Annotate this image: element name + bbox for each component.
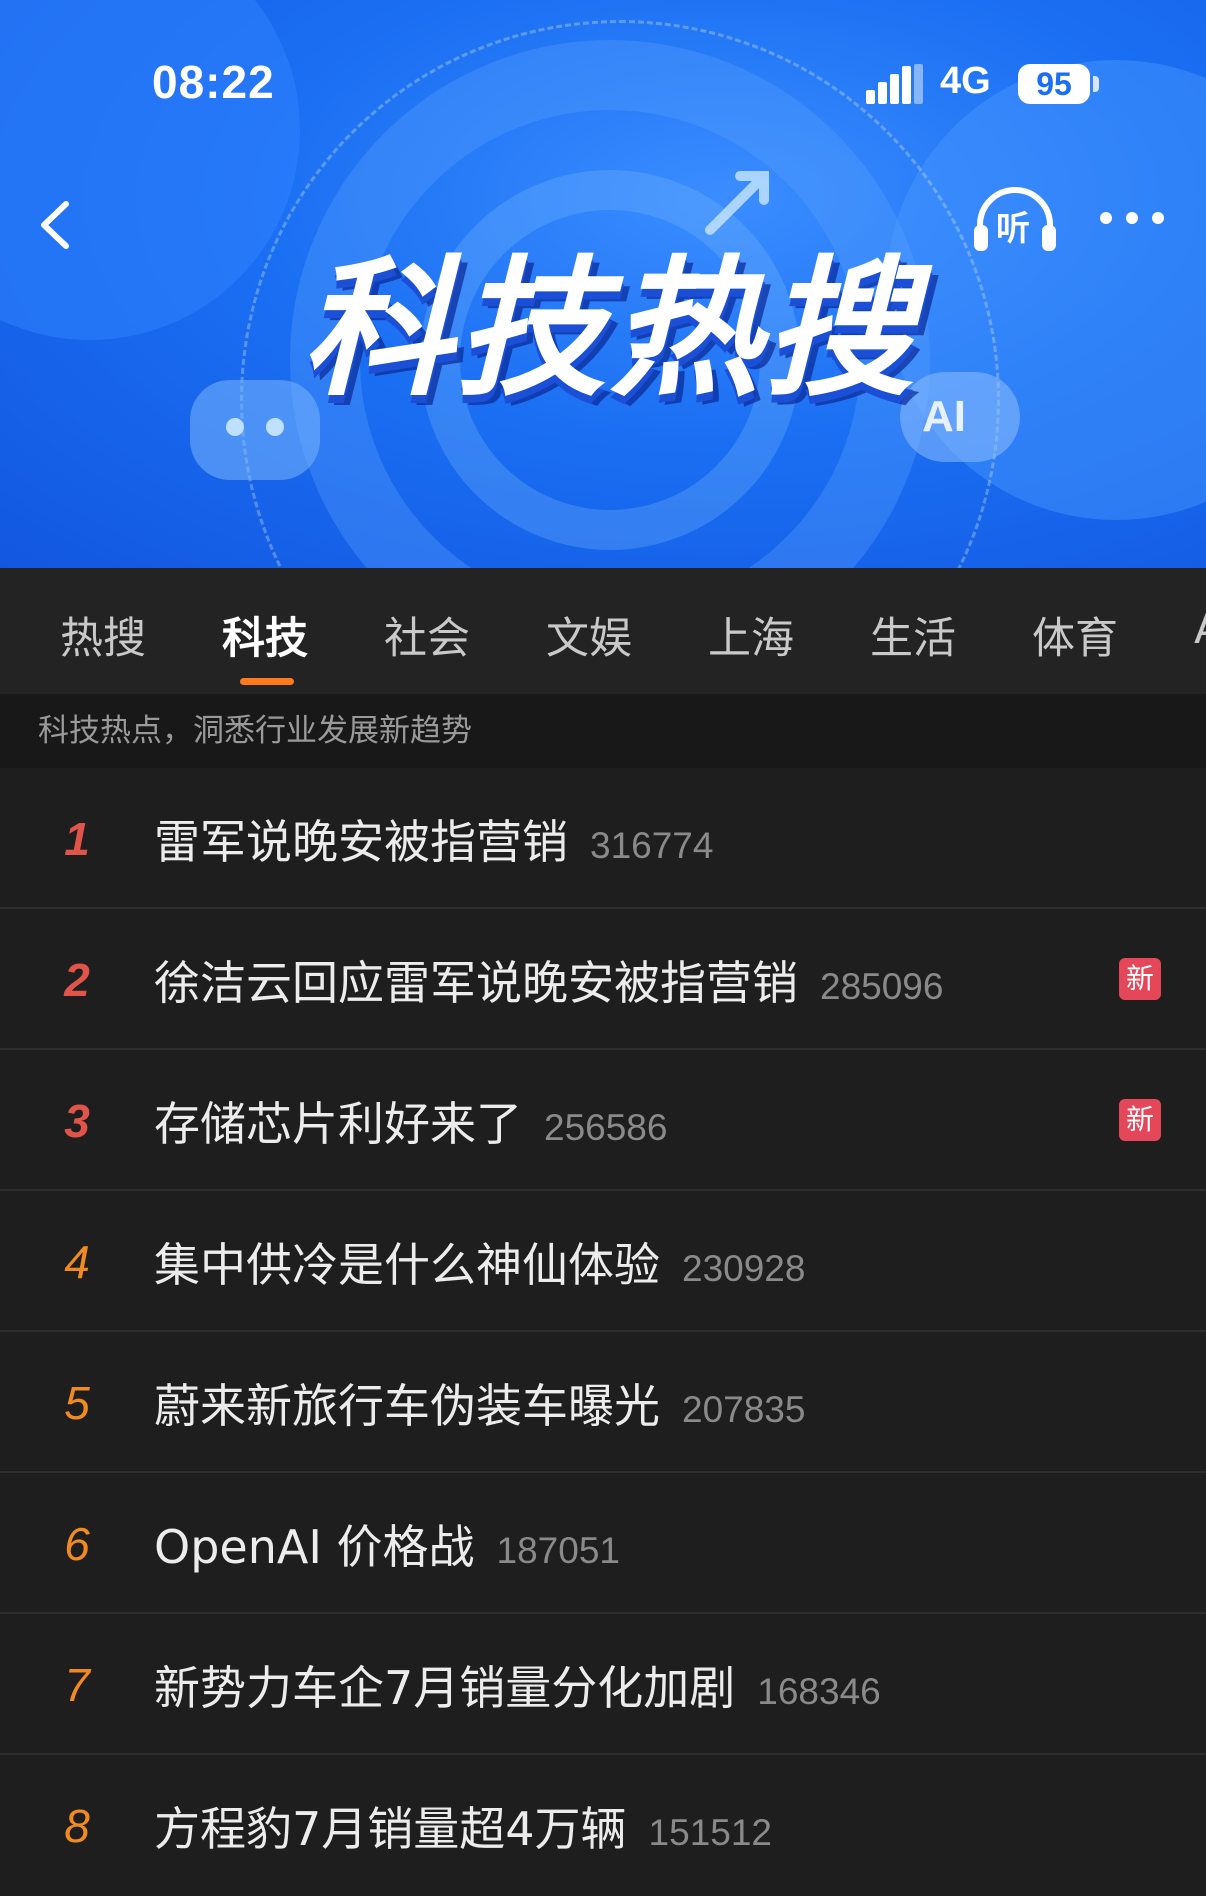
item-title: 新势力车企7月销量分化加剧 bbox=[154, 1661, 736, 1715]
tab-entertainment[interactable]: 文娱 bbox=[546, 604, 632, 666]
new-badge: 新 bbox=[1119, 1099, 1161, 1141]
list-item[interactable]: 8 方程豹7月销量超4万辆 151512 bbox=[0, 1755, 1206, 1896]
item-count: 151512 bbox=[648, 1812, 773, 1853]
back-icon[interactable] bbox=[26, 190, 86, 260]
rank-number: 1 bbox=[64, 813, 90, 865]
item-title-wrap: 雷军说晚安被指营销 316774 bbox=[154, 806, 713, 872]
item-count: 285096 bbox=[820, 966, 944, 1007]
item-count: 230928 bbox=[682, 1248, 806, 1289]
item-title-wrap: 徐洁云回应雷军说晚安被指营销 285096 bbox=[154, 947, 943, 1013]
new-badge: 新 bbox=[1119, 958, 1161, 1000]
category-tabs: 热搜 科技 社会 文娱 上海 生活 体育 A bbox=[0, 568, 1206, 694]
rank-number: 7 bbox=[64, 1659, 90, 1711]
arrow-up-icon bbox=[705, 171, 769, 235]
status-time: 08:22 bbox=[152, 56, 275, 108]
rank-number: 4 bbox=[64, 1236, 90, 1288]
status-bar: 08:22 4G 95 bbox=[0, 0, 1206, 170]
item-title-wrap: 集中供冷是什么神仙体验 230928 bbox=[154, 1229, 805, 1295]
list-item[interactable]: 1 雷军说晚安被指营销 316774 bbox=[0, 768, 1206, 909]
item-count: 316774 bbox=[590, 825, 714, 866]
tab-tech[interactable]: 科技 bbox=[222, 604, 308, 666]
tab-shanghai[interactable]: 上海 bbox=[708, 604, 794, 666]
item-count: 207835 bbox=[682, 1389, 806, 1430]
list-item[interactable]: 7 新势力车企7月销量分化加剧 168346 bbox=[0, 1614, 1206, 1755]
item-title-wrap: OpenAI 价格战 187051 bbox=[154, 1511, 620, 1577]
tab-more[interactable]: A bbox=[1194, 604, 1206, 654]
network-type: 4G bbox=[940, 60, 991, 102]
tab-hot[interactable]: 热搜 bbox=[60, 604, 146, 666]
item-title: OpenAI 价格战 bbox=[154, 1520, 475, 1574]
item-title-wrap: 蔚来新旅行车伪装车曝光 207835 bbox=[154, 1370, 805, 1436]
more-icon[interactable] bbox=[1096, 198, 1168, 238]
tab-society[interactable]: 社会 bbox=[384, 604, 470, 666]
battery-tip bbox=[1093, 76, 1099, 92]
item-title-wrap: 方程豹7月销量超4万辆 151512 bbox=[154, 1793, 772, 1859]
list-item[interactable]: 3 存储芯片利好来了 256586 新 bbox=[0, 1050, 1206, 1191]
item-title: 存储芯片利好来了 bbox=[154, 1097, 522, 1151]
item-count: 168346 bbox=[757, 1671, 881, 1712]
list-item[interactable]: 4 集中供冷是什么神仙体验 230928 bbox=[0, 1191, 1206, 1332]
page-title: 科技热搜 bbox=[301, 243, 918, 417]
item-title: 雷军说晚安被指营销 bbox=[154, 815, 568, 869]
rank-number: 5 bbox=[64, 1377, 90, 1429]
hero-banner: AI 科技热搜 08:22 4G 95 听 bbox=[0, 0, 1206, 568]
tab-life[interactable]: 生活 bbox=[870, 604, 956, 666]
item-title: 徐洁云回应雷军说晚安被指营销 bbox=[154, 956, 798, 1010]
listen-label: 听 bbox=[996, 209, 1030, 249]
tab-sports[interactable]: 体育 bbox=[1032, 604, 1118, 666]
list-item[interactable]: 6 OpenAI 价格战 187051 bbox=[0, 1473, 1206, 1614]
item-title-wrap: 存储芯片利好来了 256586 bbox=[154, 1088, 667, 1154]
list-item[interactable]: 2 徐洁云回应雷军说晚安被指营销 285096 新 bbox=[0, 909, 1206, 1050]
signal-icon bbox=[866, 64, 923, 104]
hot-search-list: 1 雷军说晚安被指营销 316774 2 徐洁云回应雷军说晚安被指营销 285096… bbox=[0, 768, 1206, 1896]
item-title: 集中供冷是什么神仙体验 bbox=[154, 1238, 660, 1292]
rank-number: 3 bbox=[64, 1095, 90, 1147]
listen-button[interactable]: 听 bbox=[970, 185, 1060, 255]
section-subtitle: 科技热点，洞悉行业发展新趋势 bbox=[0, 694, 1206, 768]
active-tab-indicator bbox=[240, 678, 294, 685]
item-title: 方程豹7月销量超4万辆 bbox=[154, 1802, 627, 1856]
item-title: 蔚来新旅行车伪装车曝光 bbox=[154, 1379, 660, 1433]
list-item[interactable]: 5 蔚来新旅行车伪装车曝光 207835 bbox=[0, 1332, 1206, 1473]
item-count: 187051 bbox=[496, 1530, 620, 1571]
rank-number: 8 bbox=[64, 1800, 90, 1852]
battery-level: 95 bbox=[1018, 64, 1090, 104]
item-title-wrap: 新势力车企7月销量分化加剧 168346 bbox=[154, 1652, 881, 1718]
item-count: 256586 bbox=[544, 1107, 668, 1148]
rank-number: 2 bbox=[64, 954, 90, 1006]
rank-number: 6 bbox=[64, 1518, 90, 1570]
